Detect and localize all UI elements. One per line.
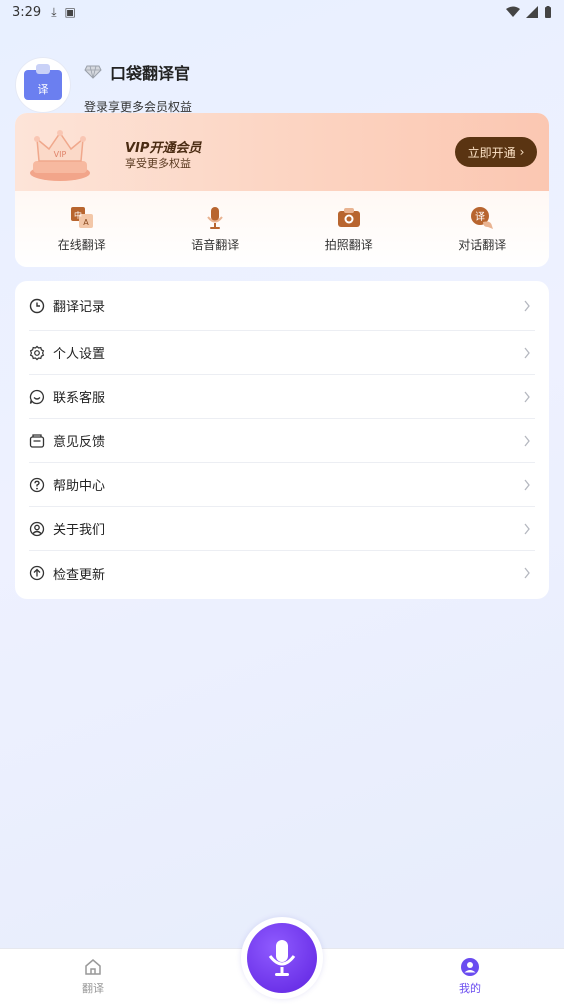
menu-item-check-update[interactable]: 检查更新 (29, 551, 535, 595)
user-circle-icon (29, 521, 45, 536)
chevron-right-icon: › (519, 145, 525, 159)
voice-translate-fab[interactable] (241, 917, 323, 999)
microphone-icon (268, 940, 296, 976)
tool-label: 拍照翻译 (324, 237, 373, 252)
menu-item-translate-history[interactable]: 翻译记录 (29, 281, 535, 331)
tools-row: 中 A 在线翻译 语音翻译 拍照翻译 译 对话翻译 (15, 191, 549, 267)
chevron-right-icon (524, 300, 530, 311)
menu-item-feedback[interactable]: 意见反馈 (29, 419, 535, 463)
arrow-up-circle-icon (29, 565, 45, 581)
menu-item-label: 帮助中心 (53, 479, 106, 494)
vip-subtitle: 享受更多权益 (125, 157, 191, 170)
feedback-icon (29, 433, 45, 448)
camera-icon (337, 207, 360, 227)
avatar-text: 译 (37, 83, 49, 96)
vip-open-button[interactable]: 立即开通 › (455, 137, 537, 167)
tool-dialog-translate[interactable]: 译 对话翻译 (416, 191, 550, 267)
menu-item-label: 关于我们 (53, 523, 106, 538)
nav-tab-label: 我的 (459, 982, 481, 995)
gear-icon (29, 345, 45, 360)
tool-voice-translate[interactable]: 语音翻译 (149, 191, 283, 267)
menu-item-help-center[interactable]: 帮助中心 (29, 463, 535, 507)
home-icon (85, 959, 101, 975)
svg-text:中: 中 (74, 210, 82, 220)
tool-label: 对话翻译 (458, 237, 507, 252)
clock-icon (29, 298, 45, 313)
vip-card: VIP VIP开通会员 享受更多权益 立即开通 › 中 A 在线翻译 语音翻译 … (15, 113, 549, 267)
avatar-translate-icon: 译 (24, 64, 62, 100)
menu-item-customer-service[interactable]: 联系客服 (29, 375, 535, 419)
nickname-row: 口袋翻译官 (84, 60, 190, 84)
menu-item-label: 检查更新 (53, 567, 106, 583)
nickname: 口袋翻译官 (110, 64, 191, 83)
signal-icon (526, 6, 538, 18)
download-icon: ⤓ (51, 4, 57, 19)
vip-banner[interactable]: VIP VIP开通会员 享受更多权益 立即开通 › (15, 113, 549, 191)
help-icon (29, 477, 45, 492)
chevron-right-icon (524, 523, 530, 534)
chevron-right-icon (524, 479, 530, 490)
battery-icon (545, 5, 551, 18)
avatar[interactable]: 译 (16, 58, 70, 112)
vip-title: VIP开通会员 (125, 141, 202, 156)
chevron-right-icon (524, 435, 530, 446)
notification-a-icon: ▣ (64, 5, 76, 19)
status-time: 3:29 (12, 4, 42, 20)
chat-translate-icon: 译 (471, 206, 494, 229)
chevron-right-icon (524, 391, 530, 402)
tool-label: 在线翻译 (57, 237, 106, 252)
chevron-right-icon (524, 567, 530, 579)
tool-label: 语音翻译 (191, 237, 240, 252)
menu-item-label: 联系客服 (53, 391, 106, 406)
menu-item-label: 意见反馈 (53, 435, 106, 450)
nav-tab-mine[interactable]: 我的 (440, 957, 500, 996)
svg-text:VIP: VIP (54, 150, 67, 159)
vip-button-label: 立即开通 (467, 145, 516, 160)
microphone-icon (207, 206, 224, 229)
nav-tab-label: 翻译 (82, 982, 104, 995)
wifi-icon (506, 6, 520, 17)
menu-item-label: 翻译记录 (53, 300, 106, 315)
tool-online-translate[interactable]: 中 A 在线翻译 (15, 191, 149, 267)
settings-menu: 翻译记录 个人设置 联系客服 意见反馈 帮助中心 关于我们 检查更新 (15, 281, 549, 599)
svg-text:译: 译 (475, 211, 485, 223)
menu-item-personal-settings[interactable]: 个人设置 (29, 331, 535, 375)
diamond-icon (84, 65, 102, 79)
chevron-right-icon (524, 347, 530, 358)
menu-item-label: 个人设置 (53, 347, 106, 362)
chat-bubble-icon (29, 389, 45, 404)
profile-section[interactable]: 译 口袋翻译官 登录享更多会员权益 (16, 58, 536, 118)
mic-button[interactable] (247, 923, 317, 993)
vip-crown-icon: VIP (30, 130, 90, 181)
text-translate-icon: 中 A (70, 206, 93, 228)
svg-text:A: A (83, 218, 89, 227)
nav-tab-translate[interactable]: 翻译 (63, 957, 123, 996)
status-bar: 3:29 ⤓ ▣ (0, 0, 564, 24)
tool-photo-translate[interactable]: 拍照翻译 (282, 191, 416, 267)
menu-item-about-us[interactable]: 关于我们 (29, 507, 535, 551)
profile-icon (461, 958, 479, 976)
